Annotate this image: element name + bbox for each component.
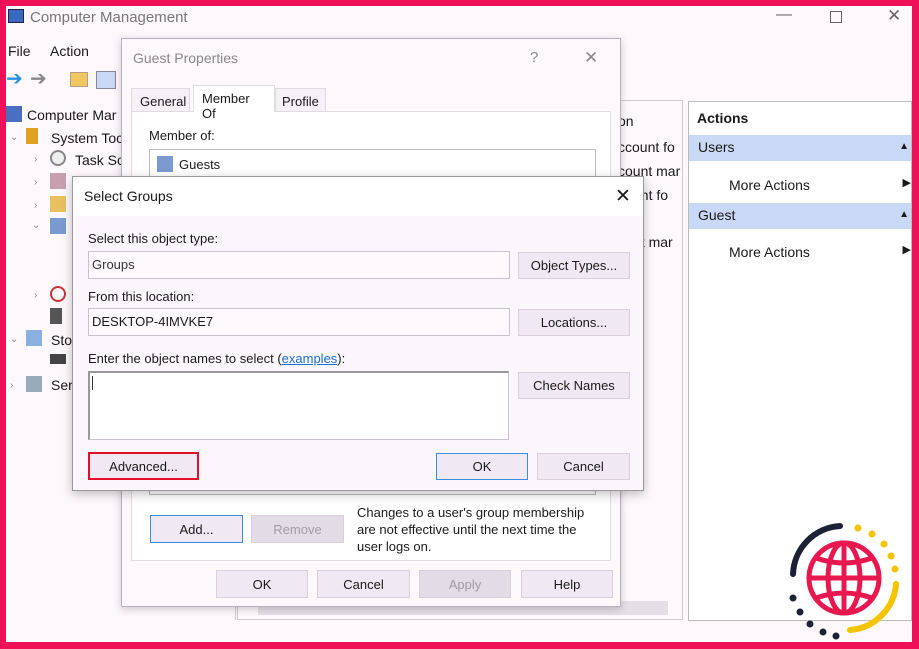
show-hide-tree-icon[interactable] [96, 71, 116, 89]
tab-member-of[interactable]: Member Of [193, 85, 275, 121]
window-title: Computer Management [30, 9, 188, 26]
apply-button[interactable]: Apply [419, 570, 511, 598]
expand-chevron-icon[interactable]: › [34, 177, 37, 188]
up-folder-icon[interactable] [70, 72, 88, 87]
expand-chevron-icon[interactable]: › [10, 380, 13, 391]
collapse-chevron-icon[interactable]: ⌄ [10, 132, 18, 143]
device-manager-icon [50, 308, 62, 324]
list-fragment: ccount fo [618, 139, 675, 155]
actions-section-guest[interactable]: Guest ▲ [689, 203, 911, 229]
brand-logo [789, 523, 899, 640]
close-button[interactable]: ✕ [584, 48, 598, 68]
tree-item-services[interactable]: Ser [51, 377, 73, 393]
computer-icon [6, 106, 22, 122]
tree-item-root[interactable]: Computer Mar [27, 107, 116, 123]
collapse-triangle-icon[interactable]: ▲ [899, 141, 909, 152]
remove-button[interactable]: Remove [251, 515, 344, 543]
locations-button[interactable]: Locations... [518, 309, 630, 336]
minimize-button[interactable]: — [776, 6, 792, 24]
location-field: DESKTOP-4IMVKE7 [88, 308, 510, 336]
cancel-button[interactable]: Cancel [317, 570, 410, 598]
ok-button[interactable]: OK [216, 570, 308, 598]
submenu-arrow-icon: ▶ [902, 177, 911, 189]
cancel-button[interactable]: Cancel [537, 453, 630, 480]
collapse-triangle-icon[interactable]: ▲ [899, 209, 909, 220]
menu-file[interactable]: File [8, 43, 31, 59]
disk-icon [50, 354, 66, 364]
actions-section-users[interactable]: Users ▲ [689, 135, 911, 161]
member-item[interactable]: Guests [179, 157, 220, 172]
menu-action[interactable]: Action [50, 43, 89, 59]
advanced-button[interactable]: Advanced... [88, 452, 199, 480]
dialog-title: Select Groups [84, 188, 173, 204]
services-icon [26, 376, 42, 392]
performance-icon [50, 286, 66, 302]
member-of-label: Member of: [149, 128, 215, 143]
expand-chevron-icon[interactable]: › [34, 154, 37, 165]
ok-button[interactable]: OK [436, 453, 528, 480]
shared-folders-icon [50, 196, 66, 212]
expand-chevron-icon[interactable]: › [34, 200, 37, 211]
back-icon[interactable]: ➔ [6, 66, 23, 91]
examples-link[interactable]: examples [282, 351, 338, 366]
object-types-button[interactable]: Object Types... [518, 252, 630, 279]
section-title: Users [698, 139, 735, 155]
expand-chevron-icon[interactable]: › [34, 290, 37, 301]
location-label: From this location: [88, 289, 195, 304]
event-viewer-icon [50, 173, 66, 189]
storage-icon [26, 330, 42, 346]
forward-icon[interactable]: ➔ [30, 66, 47, 91]
collapse-chevron-icon[interactable]: ⌄ [10, 334, 18, 345]
help-dialog-button[interactable]: Help [521, 570, 613, 598]
close-button[interactable]: ✕ [615, 185, 631, 208]
check-names-button[interactable]: Check Names [518, 372, 630, 399]
membership-note: Changes to a user's group membership are… [357, 505, 585, 554]
help-button[interactable]: ? [530, 49, 538, 66]
add-button[interactable]: Add... [150, 515, 243, 543]
object-names-label: Enter the object names to select (exampl… [88, 351, 345, 366]
actions-header: Actions [697, 110, 749, 126]
tab-general[interactable]: General [131, 88, 190, 112]
close-button[interactable]: ✕ [887, 6, 901, 26]
app-icon [8, 9, 24, 23]
label-text: Enter the object names to select ( [88, 351, 282, 366]
submenu-arrow-icon: ▶ [902, 244, 911, 256]
group-icon [157, 156, 173, 172]
object-type-field: Groups [88, 251, 510, 279]
maximize-button[interactable] [830, 11, 842, 23]
collapse-chevron-icon[interactable]: ⌄ [32, 220, 40, 231]
object-type-label: Select this object type: [88, 231, 219, 246]
tools-icon [26, 128, 38, 144]
users-groups-icon [50, 218, 66, 234]
text-cursor [92, 376, 93, 390]
label-text: ): [337, 351, 346, 366]
dialog-title: Guest Properties [133, 50, 239, 66]
tab-profile[interactable]: Profile [275, 88, 326, 112]
clock-icon [50, 150, 66, 166]
more-actions-users[interactable]: More Actions [729, 177, 810, 193]
more-actions-guest[interactable]: More Actions [729, 244, 810, 260]
select-groups-dialog: Select Groups ✕ Select this object type:… [72, 176, 644, 491]
tree-item-system-tools[interactable]: System Toc [51, 130, 123, 146]
section-title: Guest [698, 207, 736, 223]
tree-item-storage[interactable]: Sto [51, 332, 72, 348]
object-names-input[interactable] [88, 371, 509, 440]
